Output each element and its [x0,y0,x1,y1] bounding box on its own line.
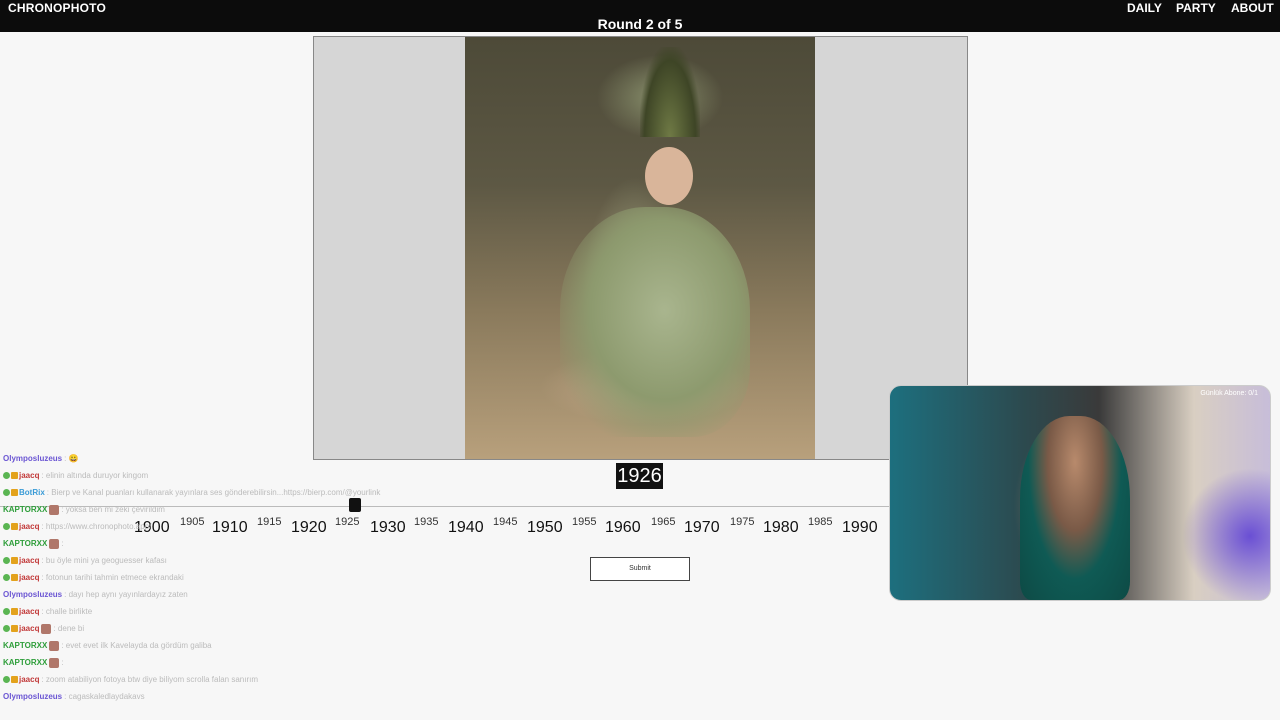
chat-subscriber-badge-icon [11,489,18,497]
photo-viewer[interactable] [313,36,968,460]
chat-message-text: : 😀 [64,454,79,463]
chat-subscriber-badge-icon [11,676,18,684]
chat-message-text: : [61,539,64,548]
timeline-minor-tick: 1935 [414,516,439,528]
round-indicator: Round 2 of 5 [597,16,683,32]
chat-message: KAPTORXX: [0,535,320,552]
chat-username: jaacq [19,675,40,684]
chat-emote-icon [49,538,60,549]
timeline-major-tick: 1990 [842,519,878,536]
chat-subscriber-badge-icon [11,557,18,565]
chat-message-text: : challe birlikte [41,607,93,616]
chat-emote-icon [41,623,52,634]
chat-message-text: : fotonun tarihi tahmin etmece ekrandaki [41,573,184,582]
round-header: Round 2 of 5 [0,16,1280,32]
photo-face [645,147,693,205]
chat-message: KAPTORXX: [0,654,320,671]
chat-message-text: : yoksa ben mi zeki çevirildim [61,505,165,514]
chat-username: BotRix [19,488,45,497]
photo-headdress [640,47,700,137]
chat-verified-badge-icon [3,574,10,582]
webcam-subscriber-counter: Günlük Abone: 0/1 [1200,390,1258,397]
chat-username: KAPTORXX [3,505,48,514]
chat-verified-badge-icon [3,523,10,531]
chat-verified-badge-icon [3,676,10,684]
timeline-slider-thumb[interactable] [349,498,361,512]
nav-about-link[interactable]: ABOUT [1231,1,1274,15]
chat-message-text: : cagaskaledlaydakavs [64,692,145,701]
timeline-minor-tick: 1955 [572,516,597,528]
chat-username: jaacq [19,522,40,531]
chat-message: jaacq: fotonun tarihi tahmin etmece ekra… [0,569,320,586]
chat-username: KAPTORXX [3,539,48,548]
chat-emote-icon [49,640,60,651]
top-navbar: CHRONOPHOTO DAILY PARTY ABOUT [0,0,1280,16]
timeline-minor-tick: 1965 [651,516,676,528]
chat-username: KAPTORXX [3,658,48,667]
timeline-minor-tick: 1985 [808,516,833,528]
timeline-minor-tick: 1925 [335,516,360,528]
chat-message-text: : bu öyle mini ya geoguesser kafası [41,556,167,565]
chat-message: BotRix: Bierp ve Kanal puanları kullanar… [0,484,380,501]
chat-message: jaacq: elinin altında duruyor kingom [0,467,320,484]
chat-subscriber-badge-icon [11,472,18,480]
chat-message-text: : Bierp ve Kanal puanları kullanarak yay… [46,488,381,497]
chat-message: jaacq: challe birlikte [0,603,320,620]
chat-username: Olymposluzeus [3,590,63,599]
historical-photo[interactable] [465,37,815,459]
chat-message: Olymposluzeus: cagaskaledlaydakavs [0,688,320,705]
chat-username: Olymposluzeus [3,692,63,701]
timeline-major-tick: 1940 [448,519,484,536]
chat-subscriber-badge-icon [11,608,18,616]
chat-subscriber-badge-icon [11,625,18,633]
chat-emote-icon [49,504,60,515]
streamer-figure [1020,416,1130,600]
timeline-major-tick: 1970 [684,519,720,536]
chat-username: jaacq [19,556,40,565]
chat-message-text: : evet evet ilk Kavelayda da gördüm gali… [61,641,212,650]
chat-message: Olymposluzeus: 😀 [0,450,320,467]
chat-message-text: : [61,658,64,667]
chat-username: jaacq [19,471,40,480]
chat-subscriber-badge-icon [11,574,18,582]
chat-emote-icon [49,657,60,668]
nav-party-link[interactable]: PARTY [1176,1,1216,15]
chat-username: jaacq [19,573,40,582]
chat-message: jaacq: https://www.chronophoto.app/ [0,518,320,535]
timeline-major-tick: 1980 [763,519,799,536]
chat-subscriber-badge-icon [11,523,18,531]
submit-button[interactable]: Submit [590,557,690,581]
chat-verified-badge-icon [3,625,10,633]
timeline-minor-tick: 1945 [493,516,518,528]
streamer-webcam-overlay: Günlük Abone: 0/1 [889,385,1271,601]
chat-message-text: : https://www.chronophoto.app/ [41,522,152,531]
nav-daily-link[interactable]: DAILY [1127,1,1162,15]
timeline-major-tick: 1960 [605,519,641,536]
photo-dress [560,207,750,437]
chat-verified-badge-icon [3,472,10,480]
chat-message-text: : elinin altında duruyor kingom [41,471,149,480]
chat-message: KAPTORXX : yoksa ben mi zeki çevirildim [0,501,320,518]
stream-chat-overlay: Olymposluzeus: 😀 jaacq: elinin altında du… [0,450,380,720]
timeline-major-tick: 1930 [370,519,406,536]
chat-message: jaacq: bu öyle mini ya geoguesser kafası [0,552,320,569]
chat-username: Olymposluzeus [3,454,63,463]
chat-message: jaacq: zoom atabiliyon fotoya btw diye b… [0,671,320,688]
selected-year-display: 1926 [616,463,663,489]
chat-verified-badge-icon [3,608,10,616]
chat-username: jaacq [19,624,40,633]
timeline-major-tick: 1950 [527,519,563,536]
chat-verified-badge-icon [3,489,10,497]
chat-message: KAPTORXX : evet evet ilk Kavelayda da gör… [0,637,320,654]
chat-message: Olymposluzeus: dayı hep aynı yayınlarday… [0,586,320,603]
chat-verified-badge-icon [3,557,10,565]
chat-message-text: : dene bi [53,624,85,633]
chat-username: KAPTORXX [3,641,48,650]
app-brand-logo[interactable]: CHRONOPHOTO [8,1,106,15]
chat-username: jaacq [19,607,40,616]
timeline-minor-tick: 1975 [730,516,755,528]
chat-message-text: : dayı hep aynı yayınlardayız zaten [64,590,188,599]
chat-message-text: : zoom atabiliyon fotoya btw diye biliyo… [41,675,259,684]
chat-message: jaacq : dene bi [0,620,320,637]
